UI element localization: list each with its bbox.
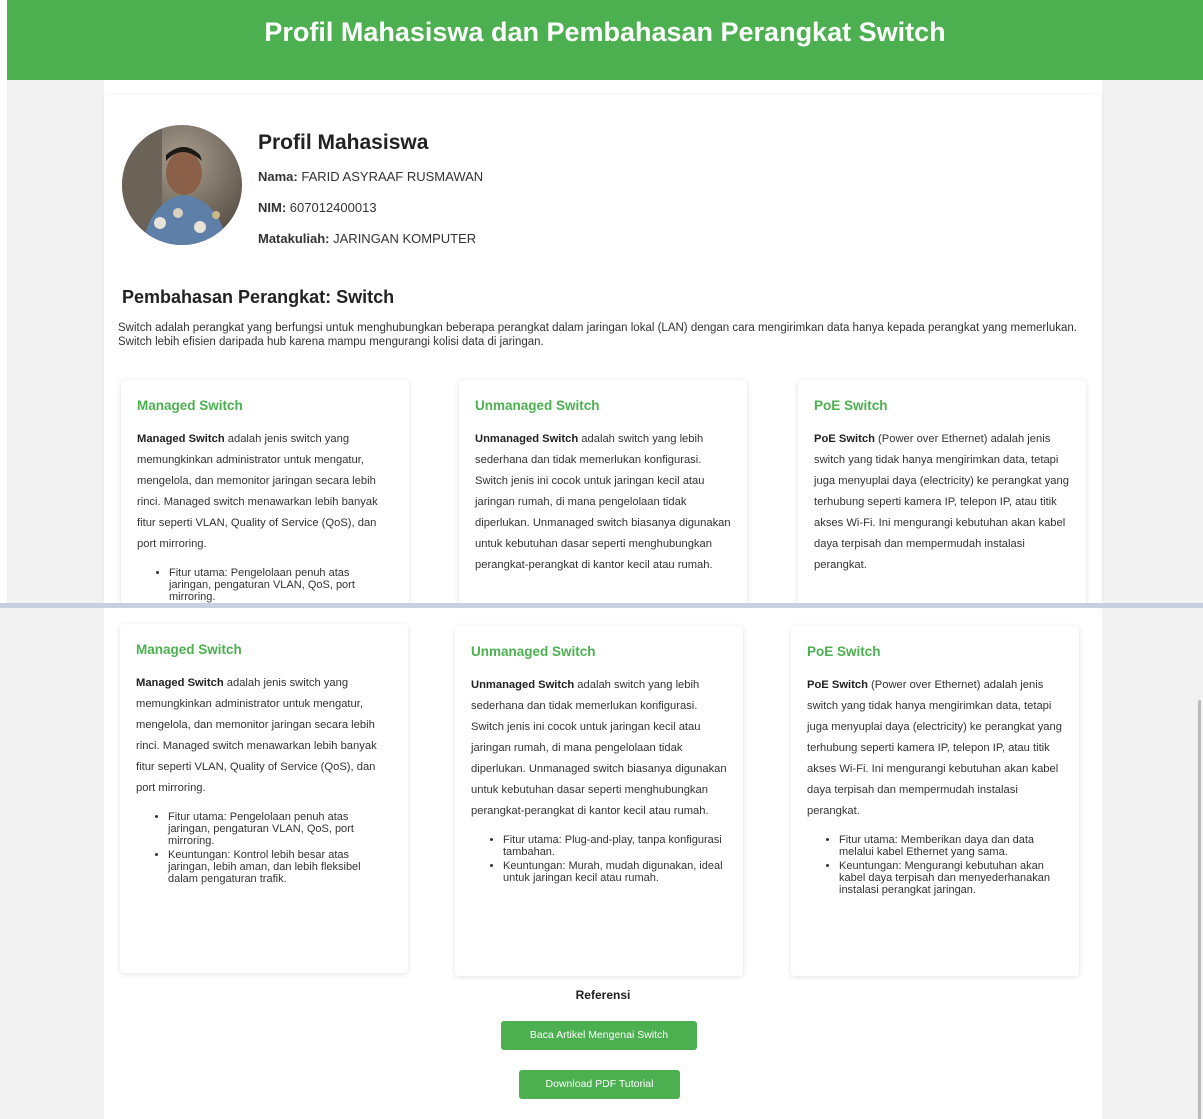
download-pdf-button[interactable]: Download PDF Tutorial [519,1070,680,1099]
card-feature-list: Fitur utama: Plug-and-play, tanpa konfig… [471,834,727,884]
profile-info: Profil Mahasiswa Nama: FARID ASYRAAF RUS… [258,131,483,262]
nim-label: NIM: [258,200,287,215]
card-body: PoE Switch (Power over Ethernet) adalah … [807,675,1063,822]
card-text: adalah switch yang lebih sederhana dan t… [475,433,731,571]
card-title: Unmanaged Switch [471,644,596,659]
page-title: Profil Mahasiswa dan Pembahasan Perangka… [264,17,946,47]
switch-description: Switch adalah perangkat yang berfungsi u… [118,322,1077,348]
card-text: adalah jenis switch yang memungkinkan ad… [136,677,377,794]
avatar-photo [122,125,242,245]
card-body: Unmanaged Switch adalah switch yang lebi… [475,429,731,576]
profile-avatar [122,125,242,245]
main-container: Profil Mahasiswa Nama: FARID ASYRAAF RUS… [104,95,1102,605]
card-text: adalah switch yang lebih sederhana dan t… [471,679,727,817]
page-header: Profil Mahasiswa dan Pembahasan Perangka… [7,0,1203,80]
main-container-lower: Managed Switch Managed Switch adalah jen… [104,610,1102,1119]
card-body: PoE Switch (Power over Ethernet) adalah … [814,429,1070,576]
list-item: Fitur utama: Memberikan daya dan data me… [839,834,1063,858]
card-term: PoE Switch [807,679,868,691]
card-poe-switch: PoE Switch PoE Switch (Power over Ethern… [791,626,1079,976]
list-item: Keuntungan: Murah, mudah digunakan, idea… [503,860,727,884]
card-body: Managed Switch adalah jenis switch yang … [137,429,393,555]
profile-heading: Profil Mahasiswa [258,131,429,154]
read-article-button[interactable]: Baca Artikel Mengenai Switch [501,1021,697,1050]
card-managed-switch: Managed Switch Managed Switch adalah jen… [120,624,408,973]
card-feature-list: Fitur utama: Pengelolaan penuh atas jari… [137,567,393,605]
card-text: adalah jenis switch yang memungkinkan ad… [137,433,378,550]
nama-value: FARID ASYRAAF RUSMAWAN [301,169,484,184]
nim-value: 607012400013 [289,200,377,215]
switch-section-title: Pembahasan Perangkat: Switch [122,287,395,307]
screenshot-divider [0,603,1203,608]
scrollbar[interactable] [1198,700,1201,1119]
card-title: PoE Switch [814,398,888,413]
card-poe-switch: PoE Switch PoE Switch (Power over Ethern… [798,380,1086,605]
list-item: Fitur utama: Pengelolaan penuh atas jari… [169,567,393,603]
card-text: (Power over Ethernet) adalah jenis switc… [814,433,1069,571]
card-title: Managed Switch [137,398,243,413]
card-term: Unmanaged Switch [475,433,579,445]
card-term: Managed Switch [137,433,225,445]
list-item: Fitur utama: Plug-and-play, tanpa konfig… [503,834,727,858]
card-feature-list: Fitur utama: Memberikan daya dan data me… [807,834,1063,896]
list-item: Keuntungan: Kontrol lebih besar atas jar… [168,849,392,885]
referensi-title: Referensi [575,988,631,1002]
list-item: Keuntungan: Mengurangi kebutuhan akan ka… [839,860,1063,896]
card-unmanaged-switch: Unmanaged Switch Unmanaged Switch adalah… [455,626,743,976]
card-title: Unmanaged Switch [475,398,600,413]
card-feature-list: Fitur utama: Pengelolaan penuh atas jari… [136,811,392,885]
page-margin-left-2 [0,608,104,1119]
card-unmanaged-switch: Unmanaged Switch Unmanaged Switch adalah… [459,380,747,605]
nama-label: Nama: [258,169,298,184]
profile-nim: NIM: 607012400013 [258,200,483,215]
list-item: Fitur utama: Pengelolaan penuh atas jari… [168,811,392,847]
card-term: Unmanaged Switch [471,679,575,691]
matakuliah-label: Matakuliah: [258,231,330,246]
card-term: Managed Switch [136,677,224,689]
profile-matakuliah: Matakuliah: JARINGAN KOMPUTER [258,231,483,246]
page-margin-right [1102,80,1203,603]
card-term: PoE Switch [814,433,875,445]
page-margin-right-2 [1102,608,1203,1119]
profile-nama: Nama: FARID ASYRAAF RUSMAWAN [258,169,483,184]
card-body: Unmanaged Switch adalah switch yang lebi… [471,675,727,822]
page-margin-left [7,80,104,603]
matakuliah-value: JARINGAN KOMPUTER [333,231,477,246]
card-text: (Power over Ethernet) adalah jenis switc… [807,679,1062,817]
card-title: PoE Switch [807,644,881,659]
card-body: Managed Switch adalah jenis switch yang … [136,673,392,799]
card-managed-switch: Managed Switch Managed Switch adalah jen… [121,380,409,605]
card-title: Managed Switch [136,642,242,657]
